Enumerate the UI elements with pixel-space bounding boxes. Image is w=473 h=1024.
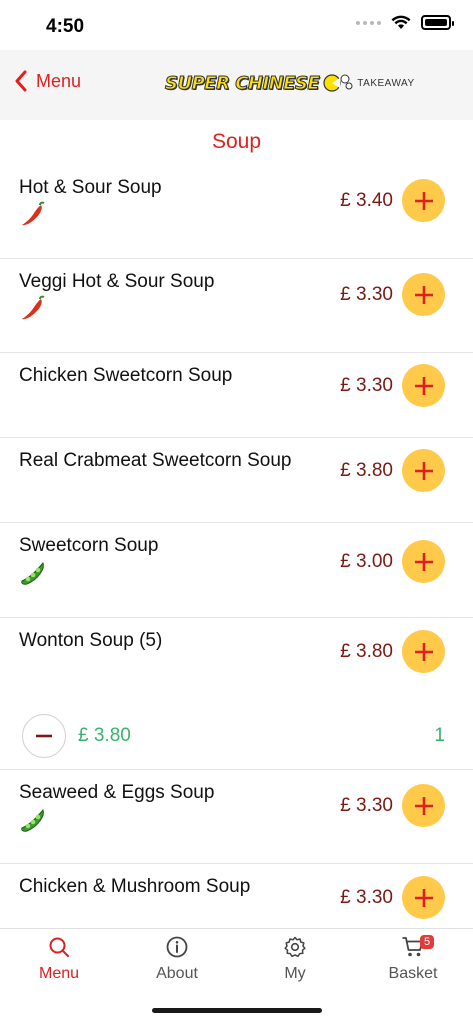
basket-badge: 5: [420, 935, 435, 949]
nav-bar: Menu SUPER CHINESE TAKEAWAY: [0, 50, 473, 120]
item-name: Chicken Sweetcorn Soup: [19, 365, 233, 386]
add-button[interactable]: [402, 179, 445, 222]
menu-item[interactable]: Sweetcorn Soup £ 3.00: [0, 523, 473, 618]
logo-sub-text: TAKEAWAY: [357, 77, 415, 89]
section-title: Soup: [211, 130, 262, 153]
item-name: Hot & Sour Soup: [19, 177, 162, 198]
plus-icon: [414, 191, 433, 210]
menu-item[interactable]: Veggi Hot & Sour Soup £ 3.30: [0, 259, 473, 353]
peas-icon: [21, 809, 44, 832]
back-label: Menu: [36, 70, 82, 91]
add-button[interactable]: [402, 630, 445, 673]
tab-label: My: [284, 965, 306, 982]
item-price: £ 3.30: [340, 375, 393, 396]
tab-label: About: [156, 965, 198, 982]
menu-item[interactable]: Wonton Soup (5) £ 3.80: [0, 618, 473, 690]
quantity-row: £ 3.80 1: [0, 690, 473, 770]
logo-main-text: SUPER CHINESE: [164, 72, 320, 94]
home-indicator: [152, 1008, 322, 1013]
item-price: £ 3.30: [340, 887, 393, 908]
menu-item[interactable]: Chicken Sweetcorn Soup £ 3.30: [0, 353, 473, 438]
tab-basket[interactable]: 5 Basket: [354, 935, 472, 983]
tab-menu[interactable]: Menu: [0, 935, 118, 983]
item-name: Sweetcorn Soup: [19, 535, 159, 556]
tab-about[interactable]: About: [118, 935, 236, 983]
add-button[interactable]: [402, 876, 445, 919]
item-name: Real Crabmeat Sweetcorn Soup: [19, 450, 292, 471]
decrease-button[interactable]: [22, 714, 66, 758]
menu-item[interactable]: Seaweed & Eggs Soup £ 3.30: [0, 770, 473, 864]
wifi-icon: [391, 15, 411, 29]
tab-label: Basket: [388, 965, 438, 982]
signal-icon: [356, 20, 381, 25]
item-price: £ 3.00: [340, 551, 393, 572]
plus-icon: [414, 376, 433, 395]
status-bar: 4:50: [0, 0, 473, 50]
tab-label: Menu: [38, 965, 80, 982]
add-button[interactable]: [402, 540, 445, 583]
chili-icon: [22, 201, 45, 226]
item-price: £ 3.80: [340, 460, 393, 481]
minus-icon: [36, 734, 52, 738]
battery-icon: [421, 15, 454, 30]
search-icon: [49, 937, 69, 957]
logo-mascot-icon: [323, 74, 353, 92]
menu-item[interactable]: Hot & Sour Soup £ 3.40: [0, 165, 473, 259]
item-name: Seaweed & Eggs Soup: [19, 782, 215, 803]
peas-icon: [21, 562, 44, 585]
plus-icon: [414, 796, 433, 815]
tab-my[interactable]: My: [236, 935, 354, 983]
selected-price: £ 3.80: [78, 725, 131, 746]
menu-item[interactable]: Real Crabmeat Sweetcorn Soup £ 3.80: [0, 438, 473, 523]
plus-icon: [414, 461, 433, 480]
status-icons: [356, 15, 454, 30]
chevron-left-icon: [15, 70, 27, 92]
menu-item[interactable]: Chicken & Mushroom Soup £ 3.30: [0, 864, 473, 928]
logo: SUPER CHINESE TAKEAWAY: [164, 72, 415, 94]
item-price: £ 3.80: [340, 641, 393, 662]
plus-icon: [414, 285, 433, 304]
item-name: Wonton Soup (5): [19, 630, 163, 651]
add-button[interactable]: [402, 273, 445, 316]
add-button[interactable]: [402, 449, 445, 492]
selected-quantity: 1: [434, 725, 445, 746]
item-name: Veggi Hot & Sour Soup: [19, 271, 215, 292]
plus-icon: [414, 552, 433, 571]
item-price: £ 3.30: [340, 795, 393, 816]
item-name: Chicken & Mushroom Soup: [19, 876, 251, 897]
add-button[interactable]: [402, 784, 445, 827]
item-price: £ 3.40: [340, 190, 393, 211]
add-button[interactable]: [402, 364, 445, 407]
info-icon: [166, 936, 188, 958]
item-price: £ 3.30: [340, 284, 393, 305]
plus-icon: [414, 642, 433, 661]
back-button[interactable]: Menu: [14, 70, 81, 92]
plus-icon: [414, 888, 433, 907]
status-time: 4:50: [46, 16, 85, 37]
gear-icon: [284, 936, 306, 958]
chili-icon: [22, 295, 45, 320]
